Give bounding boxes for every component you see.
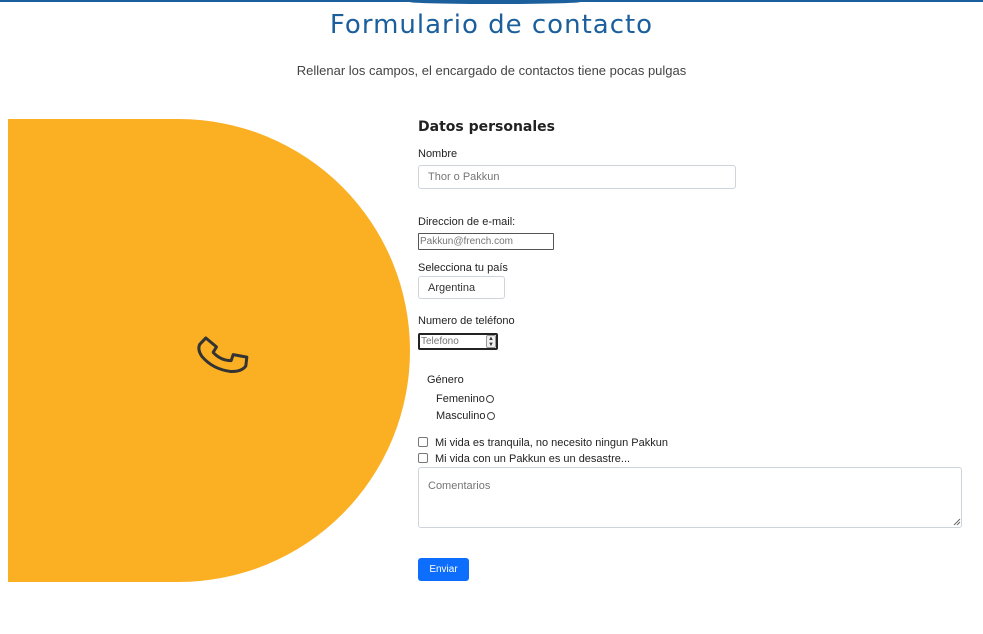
checkbox-row[interactable]: Mi vida es tranquila, no necesito ningun…: [418, 437, 668, 449]
resize-grip-icon[interactable]: [953, 518, 961, 526]
section-title: Datos personales: [418, 119, 555, 135]
checkbox[interactable]: [418, 437, 428, 447]
checkbox[interactable]: [418, 453, 428, 463]
radio-button[interactable]: [485, 395, 494, 403]
phone-icon: [197, 336, 249, 373]
checkbox-label: Mi vida con un Pakkun es un desastre...: [435, 453, 631, 465]
checkbox-label: Mi vida es tranquila, no necesito ningun…: [435, 437, 668, 449]
comments-textarea[interactable]: [418, 467, 962, 528]
gender-option-male[interactable]: Masculino: [436, 410, 495, 422]
email-label: Direccion de e-mail:: [418, 216, 516, 228]
phone-label: Numero de teléfono: [418, 315, 515, 327]
gender-option-label: Masculino: [436, 410, 486, 422]
top-border: [0, 0, 983, 4]
checkbox-row[interactable]: Mi vida con un Pakkun es un desastre...: [418, 453, 630, 465]
country-label: Selecciona tu país: [418, 262, 508, 274]
phone-spinner[interactable]: ▲ ▼: [486, 335, 496, 348]
radio-button[interactable]: [486, 412, 495, 420]
page-title: Formulario de contacto: [329, 10, 654, 40]
email-input[interactable]: [418, 233, 554, 250]
name-label: Nombre: [418, 148, 458, 160]
gender-option-female[interactable]: Femenino: [436, 393, 494, 405]
gender-option-label: Femenino: [436, 393, 485, 405]
country-select[interactable]: Argentina: [418, 276, 505, 299]
gender-label: Género: [427, 374, 464, 386]
name-input[interactable]: [418, 165, 736, 189]
submit-button[interactable]: Enviar: [418, 558, 469, 581]
page-subtitle: Rellenar los campos, el encargado de con…: [296, 63, 687, 78]
